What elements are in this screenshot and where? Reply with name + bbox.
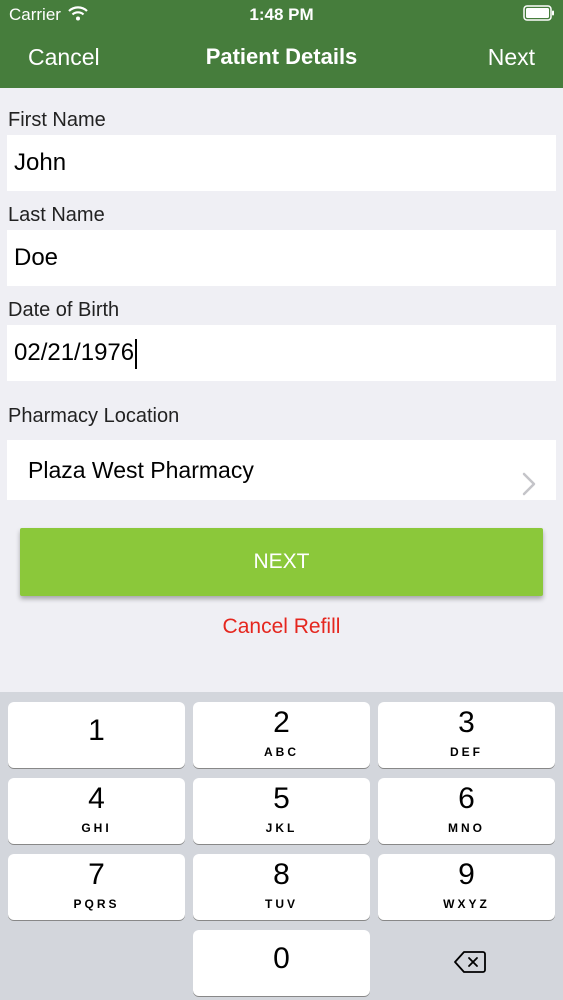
dob-field[interactable]: 02/21/1976: [7, 325, 556, 381]
dob-label: Date of Birth: [8, 299, 120, 321]
pharmacy-location-selector[interactable]: Plaza West Pharmacy: [7, 440, 556, 500]
key-digit: 9: [458, 858, 475, 891]
chevron-right-icon: [522, 458, 536, 518]
nav-next-button[interactable]: Next: [488, 44, 535, 71]
key-digit: 6: [458, 782, 475, 815]
key-9[interactable]: 9 WXYZ: [378, 854, 555, 920]
delete-key[interactable]: [378, 930, 555, 996]
key-digit: 2: [273, 706, 290, 739]
key-2[interactable]: 2 ABC: [193, 702, 370, 768]
key-letters: PQRS: [73, 897, 120, 911]
key-letters: JKL: [265, 821, 298, 835]
key-4[interactable]: 4 GHI: [8, 778, 185, 844]
navigation-bar: Carrier 1:48 PM Cancel Patient Details N…: [0, 0, 563, 88]
key-letters: WXYZ: [443, 897, 490, 911]
next-button[interactable]: NEXT: [20, 528, 543, 596]
key-letters: TUV: [265, 897, 298, 911]
text-cursor: [135, 338, 138, 369]
status-time: 1:48 PM: [249, 5, 314, 24]
dob-value: 02/21/1976: [14, 339, 135, 366]
key-digit: 8: [273, 858, 290, 891]
first-name-value: John: [14, 149, 67, 176]
key-digit: 5: [273, 782, 290, 815]
last-name-label: Last Name: [8, 204, 105, 226]
key-digit: 4: [88, 782, 105, 815]
first-name-label: First Name: [8, 109, 106, 131]
last-name-value: Doe: [14, 244, 59, 271]
numeric-keypad: 1 2 ABC 3 DEF 4 GHI 5 JKL 6 MNO 7 PQRS 8…: [0, 692, 563, 1000]
last-name-field[interactable]: Doe: [7, 230, 556, 286]
key-5[interactable]: 5 JKL: [193, 778, 370, 844]
key-letters: ABC: [264, 745, 299, 759]
key-letters: DEF: [450, 745, 483, 759]
key-0[interactable]: 0: [193, 930, 370, 996]
backspace-icon: [454, 951, 486, 973]
key-3[interactable]: 3 DEF: [378, 702, 555, 768]
cancel-refill-link[interactable]: Cancel Refill: [0, 615, 563, 639]
key-1[interactable]: 1: [8, 702, 185, 768]
battery-icon: [523, 5, 555, 21]
pharmacy-location-value: Plaza West Pharmacy: [28, 457, 254, 483]
key-7[interactable]: 7 PQRS: [8, 854, 185, 920]
pharmacy-location-label: Pharmacy Location: [8, 405, 180, 427]
key-digit: 3: [458, 706, 475, 739]
key-letters: MNO: [448, 821, 485, 835]
key-8[interactable]: 8 TUV: [193, 854, 370, 920]
key-digit: 7: [88, 858, 105, 891]
key-digit: 0: [273, 942, 290, 975]
key-digit: 1: [88, 714, 105, 747]
key-6[interactable]: 6 MNO: [378, 778, 555, 844]
cancel-button[interactable]: Cancel: [28, 44, 100, 71]
key-letters: GHI: [81, 821, 112, 835]
first-name-field[interactable]: John: [7, 135, 556, 191]
status-bar: Carrier 1:48 PM: [0, 0, 563, 30]
